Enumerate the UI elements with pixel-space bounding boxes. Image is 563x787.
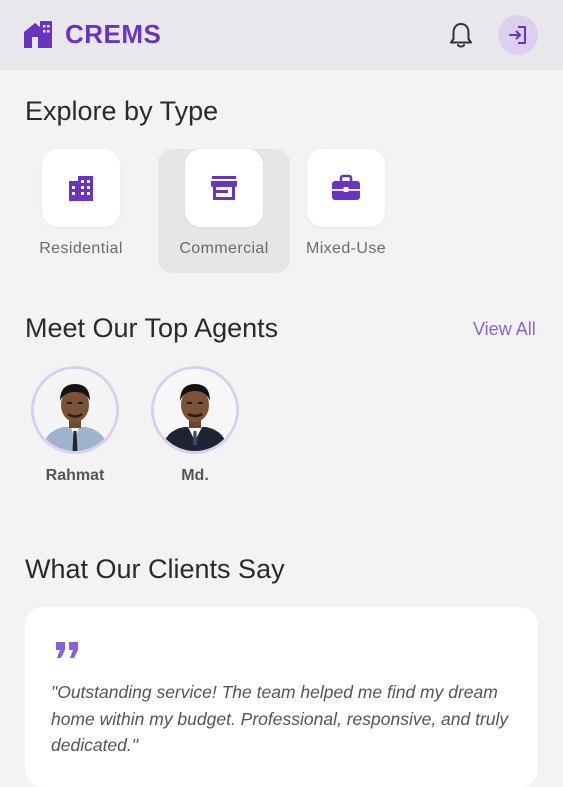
type-label-residential: Residential	[39, 240, 123, 257]
storefront-icon	[211, 176, 237, 200]
explore-title: Explore by Type	[25, 96, 219, 126]
type-card-commercial[interactable]: Commercial	[158, 149, 290, 273]
app-header: CREMS	[0, 0, 563, 70]
brand-name: CREMS	[65, 18, 162, 49]
briefcase-icon	[332, 174, 360, 200]
type-label-mixed-use: Mixed-Use	[305, 240, 387, 257]
agent-card-rahmat[interactable]: Rahmat	[31, 366, 119, 485]
testimonial-quote: "Outstanding service! The team helped me…	[51, 682, 509, 755]
agent-name: Rahmat	[45, 467, 105, 484]
type-icon-box	[185, 149, 263, 227]
agent-portrait	[34, 369, 116, 451]
agent-portrait	[154, 369, 236, 451]
type-icon-box	[42, 149, 120, 227]
view-all-link[interactable]: View All	[473, 319, 536, 340]
testimonial-card: "Outstanding service! The team helped me…	[25, 607, 538, 787]
testimonials-title: What Our Clients Say	[25, 554, 285, 584]
agents-title: Meet Our Top Agents	[25, 313, 279, 343]
home-logo-icon	[24, 21, 52, 48]
agent-card-md[interactable]: Md.	[151, 366, 239, 485]
building-icon	[69, 176, 93, 201]
agent-avatar	[151, 366, 239, 454]
login-button[interactable]	[498, 15, 538, 55]
bell-icon[interactable]	[446, 20, 476, 50]
agent-avatar	[31, 366, 119, 454]
type-icon-box	[307, 149, 385, 227]
agent-name: Md.	[181, 467, 209, 484]
type-card-mixed-use[interactable]: Mixed-Use	[280, 149, 412, 273]
type-label-commercial: Commercial	[179, 240, 269, 257]
quote-icon	[56, 642, 78, 658]
login-arrow-icon	[509, 26, 526, 44]
type-card-residential[interactable]: Residential	[15, 149, 147, 273]
brand[interactable]: CREMS	[22, 18, 161, 50]
